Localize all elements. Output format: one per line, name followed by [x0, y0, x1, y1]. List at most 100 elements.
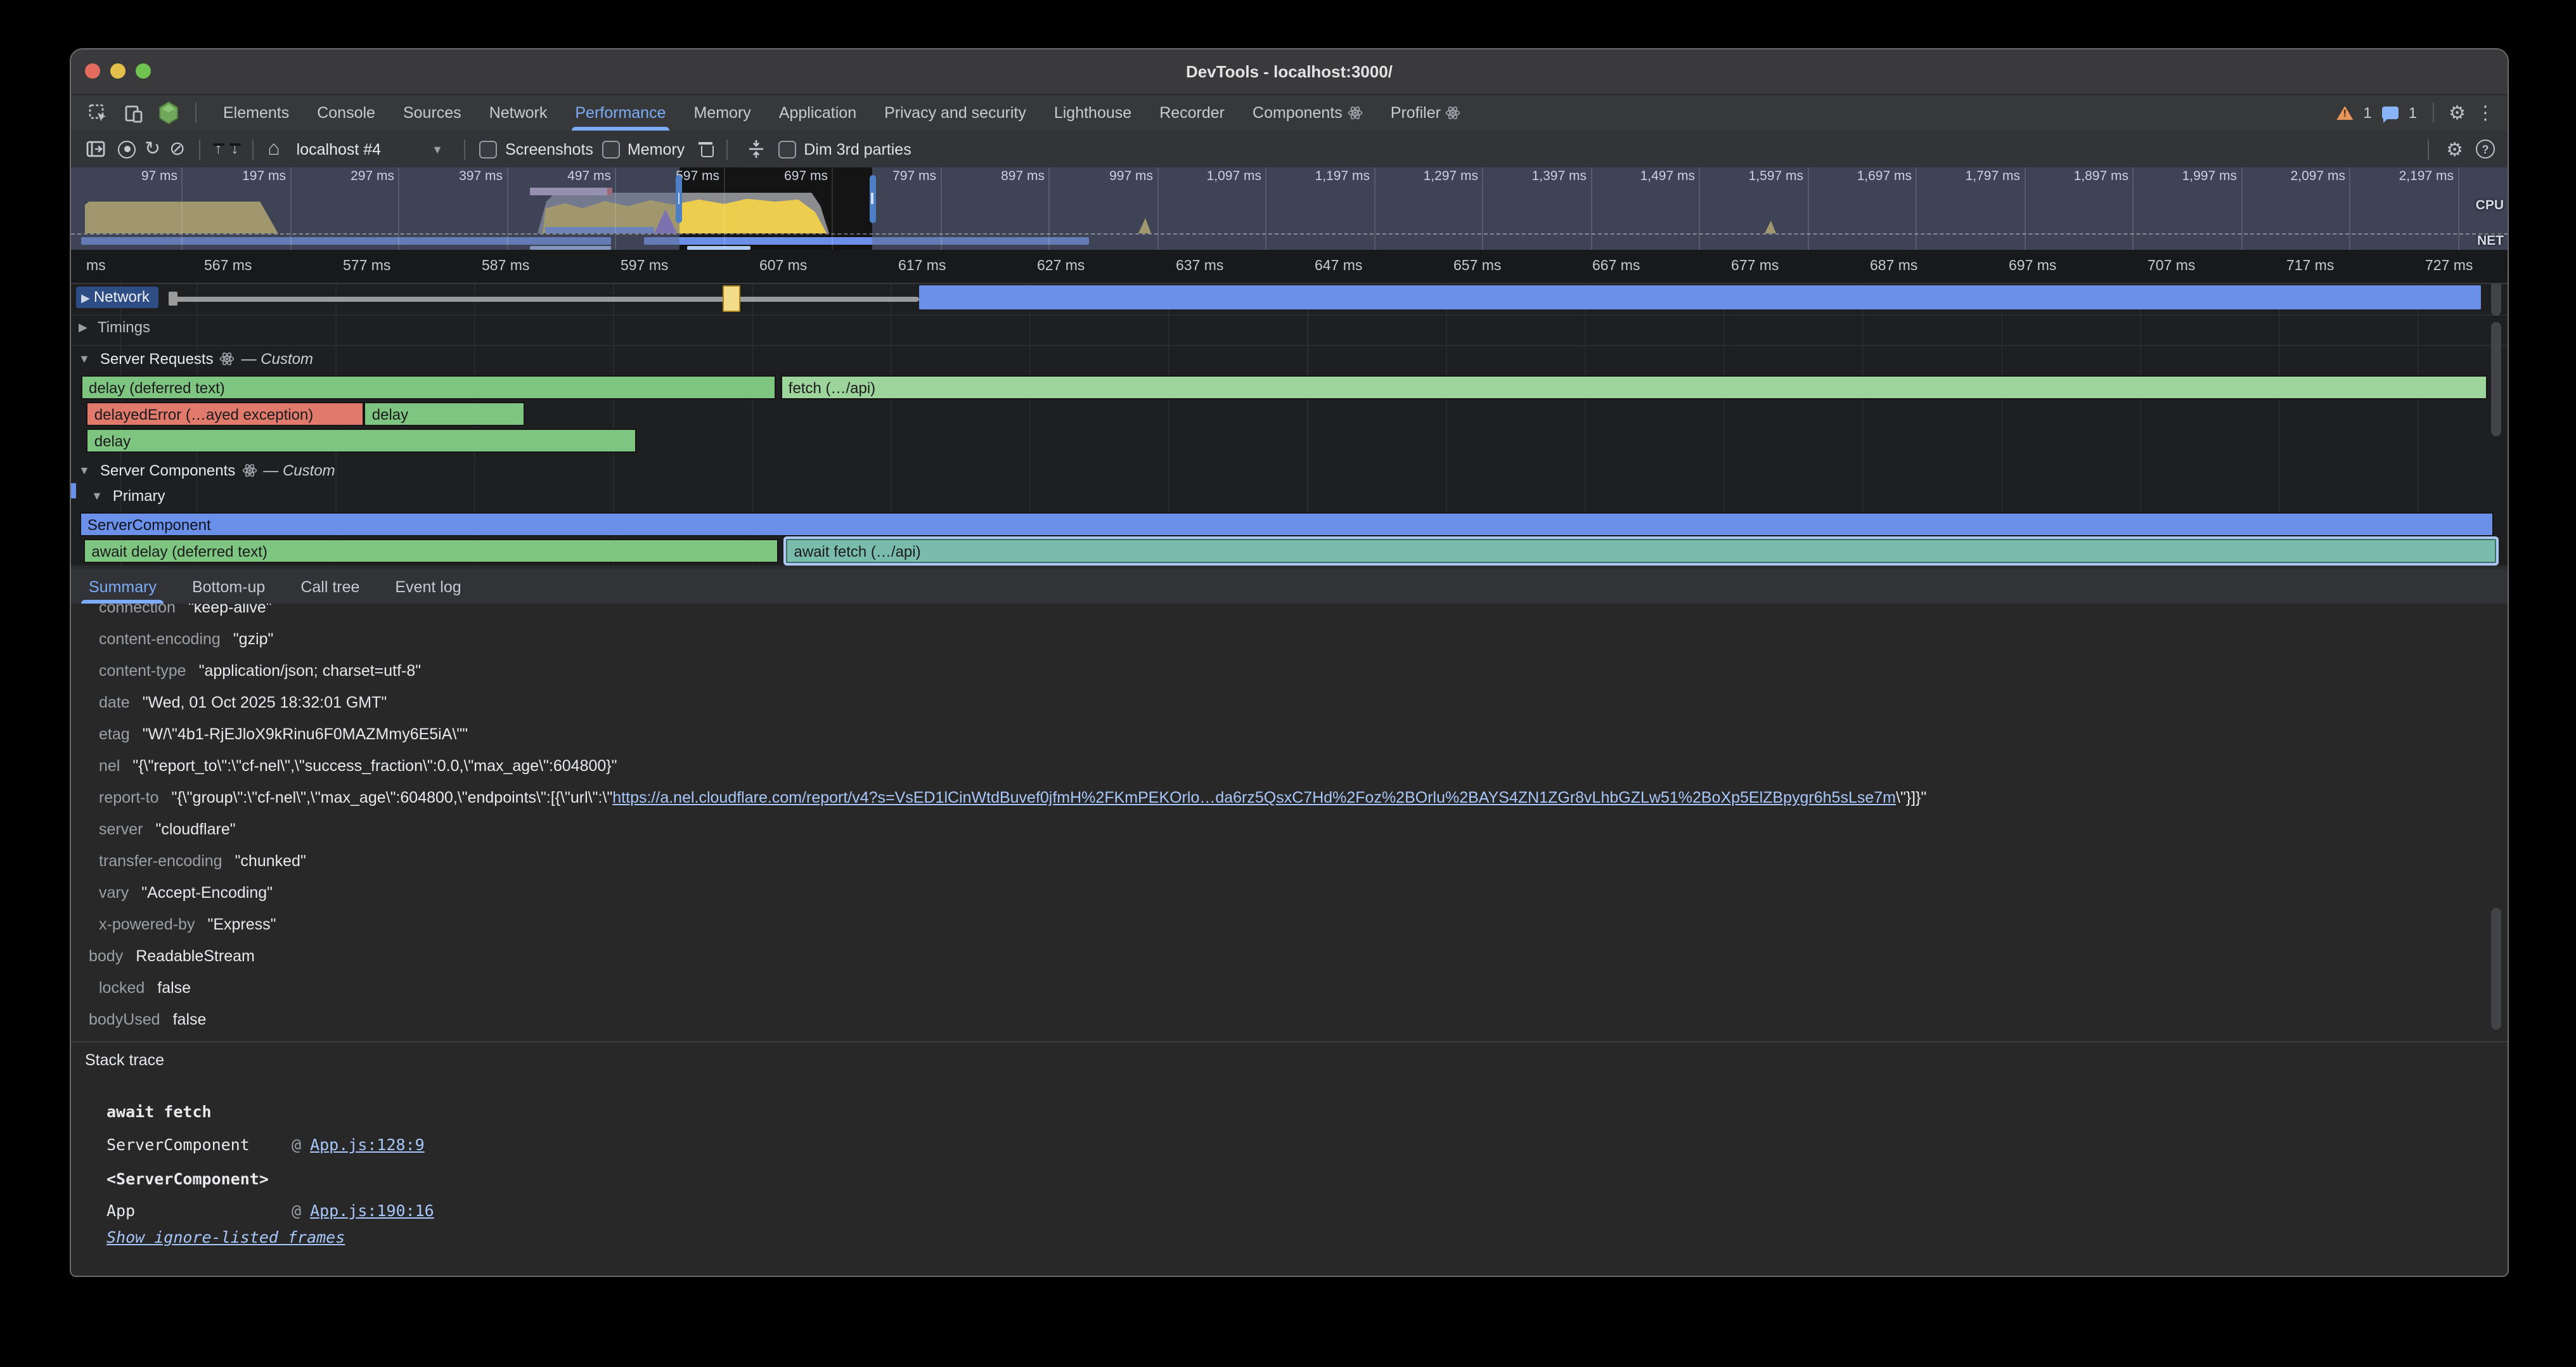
tab-sources[interactable]: Sources	[389, 95, 475, 131]
network-request-bar[interactable]	[920, 285, 2482, 309]
screenshots-label: Screenshots	[505, 140, 593, 158]
live-metrics-home-icon[interactable]: ⌂	[267, 139, 280, 159]
timings-track-label[interactable]: ▶Timings	[79, 318, 150, 336]
show-ignore-listed-frames-link[interactable]: Show ignore-listed frames	[106, 1228, 345, 1247]
ruler-label: 567 ms	[204, 250, 252, 283]
load-profile-icon[interactable]: ↑	[214, 142, 222, 156]
timeline-overview[interactable]: 97 ms197 ms297 ms397 ms497 ms597 ms697 m…	[71, 167, 2508, 250]
tab-components[interactable]: Components	[1239, 95, 1377, 131]
collect-garbage-icon[interactable]	[699, 142, 712, 156]
network-track[interactable]: ▶Network	[71, 284, 2508, 313]
help-icon[interactable]: ?	[2476, 139, 2495, 159]
ruler-label: 597 ms	[621, 250, 668, 283]
tab-elements[interactable]: Elements	[209, 95, 303, 131]
tab-label: Lighthouse	[1054, 104, 1131, 122]
property-row-x-powered-by: x-powered-by "Express"	[71, 909, 2477, 941]
clear-recording-icon[interactable]: ⊘	[169, 139, 185, 159]
overview-gridline	[398, 167, 399, 250]
tab-call-tree[interactable]: Call tree	[300, 569, 359, 604]
issues-bubble-icon[interactable]	[2382, 107, 2399, 119]
event-bar-delay[interactable]: delay	[364, 402, 525, 426]
extension-hexagon-icon[interactable]	[155, 99, 183, 127]
tab-profiler[interactable]: Profiler	[1377, 95, 1475, 131]
event-bar-await-fetch-api[interactable]: await fetch (…/api)	[787, 539, 2497, 563]
tracks-scrollbar-thumb[interactable]	[2491, 322, 2501, 436]
record-button[interactable]	[118, 140, 136, 158]
tab-network[interactable]: Network	[475, 95, 562, 131]
toolbar-divider	[195, 103, 196, 123]
event-bar-delay-deferred-text[interactable]: delay (deferred text)	[81, 375, 775, 399]
tab-privacy-and-security[interactable]: Privacy and security	[870, 95, 1040, 131]
ruler-label: 627 ms	[1037, 250, 1085, 283]
tab-console[interactable]: Console	[303, 95, 389, 131]
property-key: content-type	[99, 662, 186, 680]
event-bar-await-delay-deferred-text[interactable]: await delay (deferred text)	[84, 539, 778, 563]
ruler-label: ms	[86, 250, 106, 283]
server-requests-row[interactable]: delay	[71, 429, 2508, 453]
property-value: "Express"	[207, 916, 276, 933]
device-toolbar-icon[interactable]	[119, 99, 147, 127]
ruler-label: 717 ms	[2286, 250, 2334, 283]
record-and-reload-icon[interactable]: ↻	[145, 139, 160, 159]
property-key: server	[99, 820, 143, 838]
frame-location-link[interactable]: App.js:128:9	[310, 1135, 425, 1154]
event-bar-fetch-api[interactable]: fetch (…/api)	[781, 375, 2487, 399]
overview-time-label: 1,697 ms	[1857, 169, 1916, 184]
tracks-scrollbar-thumb[interactable]	[2491, 284, 2501, 316]
screenshots-checkbox[interactable]	[480, 140, 498, 158]
performance-toolbar-left: ↻ ⊘ ↑ ↓ ⌂ localhost #4 ▼ Screenshots	[71, 135, 911, 163]
tab-label: Bottom-up	[192, 578, 265, 595]
screenshots-checkbox-group[interactable]: Screenshots	[480, 140, 593, 158]
selection-handle-left[interactable]	[676, 175, 682, 223]
tab-memory[interactable]: Memory	[680, 95, 765, 131]
warning-icon[interactable]: !	[2336, 106, 2353, 120]
network-request-marker[interactable]	[723, 285, 740, 312]
tab-lighthouse[interactable]: Lighthouse	[1040, 95, 1145, 131]
flame-chart-tracks[interactable]: ▶Network ▶Timings ▼Server Requests — Cus…	[71, 284, 2508, 582]
primary-lane-header[interactable]: ▼Primary	[91, 487, 165, 505]
event-bar-servercomponent[interactable]: ServerComponent	[80, 512, 2494, 536]
property-row-date: date"Wed, 01 Oct 2025 18:32:01 GMT"	[71, 687, 2477, 719]
report-to-link[interactable]: https://a.nel.cloudflare.com/report/v4?s…	[612, 789, 1896, 807]
inspect-element-icon[interactable]	[84, 99, 112, 127]
memory-checkbox[interactable]	[602, 140, 620, 158]
tab-label: Elements	[223, 104, 289, 122]
overview-gridline	[1265, 167, 1266, 250]
dim-3rd-parties-checkbox-group[interactable]: Dim 3rd parties	[778, 140, 911, 158]
settings-gear-icon[interactable]: ⚙	[2449, 101, 2466, 124]
server-requests-row[interactable]: delayedError (…ayed exception)delay	[71, 402, 2508, 426]
summary-scrollbar-thumb[interactable]	[2491, 908, 2501, 1030]
panel-tabs: Elements ConsoleSourcesNetworkPerformance…	[209, 95, 1475, 131]
tab-performance[interactable]: Performance	[561, 95, 679, 131]
save-profile-icon[interactable]: ↓	[231, 142, 238, 156]
timings-track[interactable]: ▶Timings	[71, 317, 2508, 342]
overview-time-label: 97 ms	[141, 169, 181, 184]
server-components-track-header[interactable]: ▼Server Components — Custom	[79, 462, 335, 479]
tab-label: Components	[1253, 104, 1343, 122]
tab-bottom-up[interactable]: Bottom-up	[192, 569, 265, 604]
property-key: bodyUsed	[89, 1011, 160, 1028]
dim-3rd-parties-checkbox[interactable]	[778, 140, 796, 158]
event-bar-delayederror-ayed-exception[interactable]: delayedError (…ayed exception)	[87, 402, 364, 426]
overview-time-label: 1,597 ms	[1749, 169, 1807, 184]
tab-summary[interactable]: Summary	[89, 569, 157, 604]
memory-checkbox-group[interactable]: Memory	[602, 140, 685, 158]
capture-settings-gear-icon[interactable]: ⚙	[2446, 138, 2463, 160]
network-track-label[interactable]: ▶Network	[76, 287, 158, 308]
toggle-sidebar-icon[interactable]	[81, 135, 109, 163]
frame-location-link[interactable]: App.js:190:16	[310, 1201, 434, 1220]
kebab-menu-icon[interactable]: ⋮	[2476, 101, 2495, 124]
tab-application[interactable]: Application	[765, 95, 870, 131]
server-requests-row[interactable]: delay (deferred text)fetch (…/api)	[71, 375, 2508, 399]
server-components-row[interactable]: ServerComponent	[71, 512, 2508, 536]
overview-time-label: 897 ms	[1001, 169, 1048, 184]
server-components-row[interactable]: await delay (deferred text) await fetch (…	[71, 539, 2508, 563]
event-bar-delay[interactable]: delay	[87, 429, 636, 453]
server-requests-track-header[interactable]: ▼Server Requests — Custom	[79, 350, 313, 368]
selection-handle-right[interactable]	[869, 175, 875, 223]
property-key: x-powered-by	[99, 916, 195, 933]
collapse-icon[interactable]	[742, 135, 770, 163]
tab-event-log[interactable]: Event log	[395, 569, 461, 604]
tab-recorder[interactable]: Recorder	[1145, 95, 1239, 131]
history-select[interactable]: localhost #4 ▼	[289, 140, 451, 158]
